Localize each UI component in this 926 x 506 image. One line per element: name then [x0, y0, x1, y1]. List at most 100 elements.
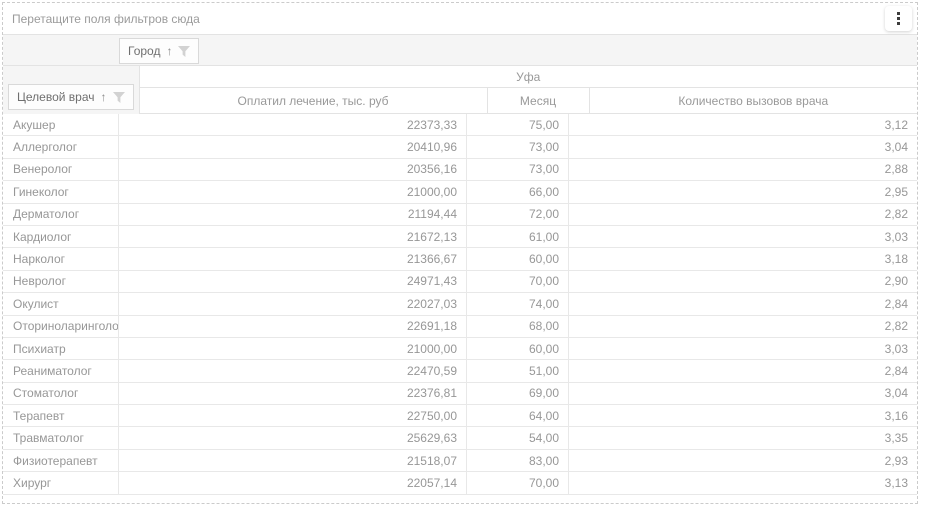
column-group-header-city[interactable]: Уфа: [140, 66, 918, 88]
value-cell: 61,00: [467, 226, 569, 247]
row-header-cell: Аллерголог: [3, 136, 119, 157]
column-fields-area[interactable]: Город ↑: [3, 35, 917, 66]
filter-fields-drop-area[interactable]: Перетащите поля фильтров сюда: [3, 3, 917, 35]
kebab-menu-icon: [897, 12, 900, 25]
value-cell: 60,00: [467, 338, 569, 359]
value-cell: 3,03: [569, 338, 917, 359]
value-cell: 3,12: [569, 114, 917, 135]
column-field-label: Город: [128, 44, 160, 58]
value-cell: 3,13: [569, 472, 917, 493]
value-cell: 66,00: [467, 181, 569, 202]
value-cell: 21518,07: [119, 450, 467, 471]
value-cell: 2,90: [569, 271, 917, 292]
row-header-cell: Травматолог: [3, 427, 119, 448]
value-cell: 2,84: [569, 360, 917, 381]
pivot-header-section: Целевой врач ↑ Уфа Оплатил лечение, тыс.…: [3, 66, 917, 114]
table-row: Дерматолог 21194,44 72,00 2,82: [3, 204, 917, 226]
value-cell: 22057,14: [119, 472, 467, 493]
row-header-cell: Хирург: [3, 472, 119, 493]
table-row: Травматолог 25629,63 54,00 3,35: [3, 427, 917, 449]
table-row: Акушер 22373,33 75,00 3,12: [3, 114, 917, 136]
value-cell: 70,00: [467, 271, 569, 292]
value-cell: 21672,13: [119, 226, 467, 247]
field-chooser-menu-button[interactable]: [885, 6, 912, 31]
value-cell: 2,84: [569, 293, 917, 314]
value-cell: 54,00: [467, 427, 569, 448]
filter-funnel-icon[interactable]: [113, 92, 125, 103]
row-header-cell: Психиатр: [3, 338, 119, 359]
value-cell: 21194,44: [119, 204, 467, 225]
value-cell: 22376,81: [119, 383, 467, 404]
table-row: Терапевт 22750,00 64,00 3,16: [3, 405, 917, 427]
value-cell: 21366,67: [119, 248, 467, 269]
value-cell: 73,00: [467, 136, 569, 157]
row-header-cell: Дерматолог: [3, 204, 119, 225]
value-cell: 73,00: [467, 159, 569, 180]
value-cell: 60,00: [467, 248, 569, 269]
measure-headers-row: Оплатил лечение, тыс. руб Месяц Количест…: [140, 88, 918, 114]
column-field-city-chip[interactable]: Город ↑: [119, 38, 199, 64]
pivot-grid: Перетащите поля фильтров сюда Город ↑ Це…: [2, 2, 918, 504]
filter-funnel-icon[interactable]: [178, 46, 190, 57]
table-row: Аллерголог 20410,96 73,00 3,04: [3, 136, 917, 158]
pivot-data-area: Акушер 22373,33 75,00 3,12 Аллерголог 20…: [3, 114, 917, 503]
row-header-cell: Стоматолог: [3, 383, 119, 404]
measure-header-payment[interactable]: Оплатил лечение, тыс. руб: [140, 88, 488, 113]
row-field-target-doctor-chip[interactable]: Целевой врач ↑: [8, 84, 134, 110]
value-cell: 2,88: [569, 159, 917, 180]
row-header-cell: Венеролог: [3, 159, 119, 180]
value-cell: 68,00: [467, 316, 569, 337]
row-header-cell: Физиотерапевт: [3, 450, 119, 471]
row-header-cell: Оториноларинголог: [3, 316, 119, 337]
value-cell: 75,00: [467, 114, 569, 135]
value-cell: 69,00: [467, 383, 569, 404]
value-cell: 2,95: [569, 181, 917, 202]
value-cell: 3,04: [569, 383, 917, 404]
table-row: Хирург 22057,14 70,00 3,13: [3, 472, 917, 494]
table-row: Невролог 24971,43 70,00 2,90: [3, 271, 917, 293]
sort-asc-icon[interactable]: ↑: [101, 91, 107, 103]
value-cell: 3,03: [569, 226, 917, 247]
value-cell: 24971,43: [119, 271, 467, 292]
value-cell: 3,35: [569, 427, 917, 448]
value-cell: 22373,33: [119, 114, 467, 135]
row-fields-area[interactable]: Целевой врач ↑: [3, 66, 140, 114]
value-cell: 83,00: [467, 450, 569, 471]
table-row: Окулист 22027,03 74,00 2,84: [3, 293, 917, 315]
measure-header-month[interactable]: Месяц: [488, 88, 590, 113]
value-cell: 51,00: [467, 360, 569, 381]
table-row: Кардиолог 21672,13 61,00 3,03: [3, 226, 917, 248]
value-cell: 20356,16: [119, 159, 467, 180]
sort-asc-icon[interactable]: ↑: [166, 45, 172, 57]
row-header-cell: Кардиолог: [3, 226, 119, 247]
value-cell: 2,93: [569, 450, 917, 471]
value-cell: 22691,18: [119, 316, 467, 337]
table-row: Физиотерапевт 21518,07 83,00 2,93: [3, 450, 917, 472]
table-row: Стоматолог 22376,81 69,00 3,04: [3, 383, 917, 405]
value-cell: 21000,00: [119, 338, 467, 359]
table-row: Венеролог 20356,16 73,00 2,88: [3, 159, 917, 181]
row-header-cell: Реаниматолог: [3, 360, 119, 381]
measure-header-calls[interactable]: Количество вызовов врача: [590, 88, 918, 113]
value-cell: 22750,00: [119, 405, 467, 426]
row-header-cell: Нарколог: [3, 248, 119, 269]
row-header-cell: Терапевт: [3, 405, 119, 426]
row-header-cell: Невролог: [3, 271, 119, 292]
value-cell: 2,82: [569, 316, 917, 337]
filter-drop-hint: Перетащите поля фильтров сюда: [12, 12, 200, 26]
table-row: Гинеколог 21000,00 66,00 2,95: [3, 181, 917, 203]
column-headers-area: Уфа Оплатил лечение, тыс. руб Месяц Коли…: [140, 66, 918, 114]
value-cell: 25629,63: [119, 427, 467, 448]
value-cell: 70,00: [467, 472, 569, 493]
value-cell: 3,18: [569, 248, 917, 269]
value-cell: 2,82: [569, 204, 917, 225]
row-header-cell: Окулист: [3, 293, 119, 314]
row-header-cell: Акушер: [3, 114, 119, 135]
value-cell: 22027,03: [119, 293, 467, 314]
value-cell: 72,00: [467, 204, 569, 225]
table-row: Оториноларинголог 22691,18 68,00 2,82: [3, 316, 917, 338]
table-row: Нарколог 21366,67 60,00 3,18: [3, 248, 917, 270]
value-cell: 3,04: [569, 136, 917, 157]
row-header-cell: Гинеколог: [3, 181, 119, 202]
value-cell: 64,00: [467, 405, 569, 426]
